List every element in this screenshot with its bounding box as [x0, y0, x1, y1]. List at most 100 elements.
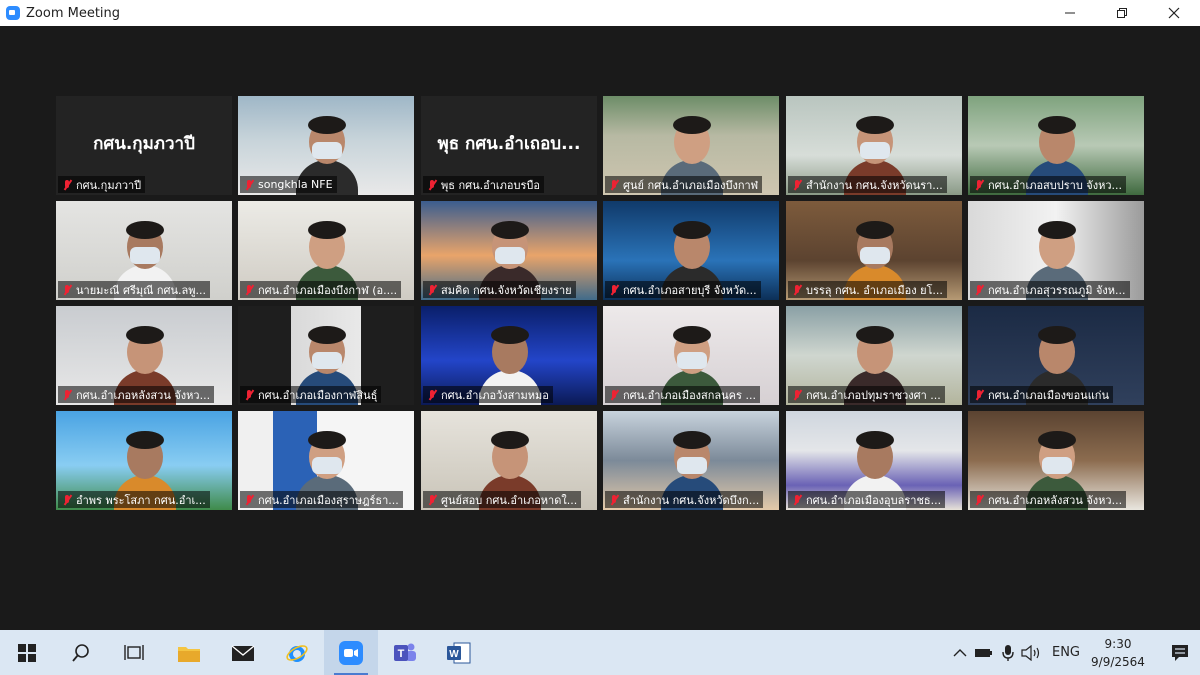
windows-taskbar: T W ENG 9:30 9/9/2564: [0, 630, 1200, 675]
participant-name-label: อำพร พระโสภา กศน.อำเ...: [58, 491, 210, 508]
microphone-icon[interactable]: [996, 641, 1020, 665]
participant-hair: [1038, 326, 1076, 344]
participant-tile[interactable]: กศน.อำเภอเมืองสกลนคร ...: [603, 306, 779, 405]
participant-name: กศน.อำเภอเมืองสกลนคร ...: [623, 388, 756, 402]
face-mask: [312, 457, 342, 474]
microphone-muted-icon: [426, 389, 438, 401]
participant-name: songkhla NFE: [258, 178, 333, 191]
microphone-muted-icon: [791, 389, 803, 401]
participant-name: ศูนย์ กศน.อำเภอเมืองบึงกาฬ: [623, 178, 759, 192]
microphone-muted-icon: [973, 389, 985, 401]
battery-icon[interactable]: [972, 641, 996, 665]
participant-hair: [491, 326, 529, 344]
participant-name-label: กศน.อำเภอเมืองกาฬสินธุ์: [240, 386, 382, 403]
participant-tile[interactable]: กศน.อำเภอเมืองขอนแก่น: [968, 306, 1144, 405]
participant-tile[interactable]: กศน.อำเภอเมืองอุบลราชธ...: [786, 411, 962, 510]
microphone-muted-icon: [791, 179, 803, 191]
participant-tile[interactable]: songkhla NFE: [238, 96, 414, 195]
face-mask: [312, 352, 342, 369]
microphone-muted-icon: [608, 494, 620, 506]
participant-tile[interactable]: กศน.อำเภอหลังสวน จังหว...: [56, 306, 232, 405]
microphone-muted-icon: [61, 494, 73, 506]
participant-tile[interactable]: กศน.อำเภอหลังสวน จังหว...: [968, 411, 1144, 510]
microphone-muted-icon: [973, 284, 985, 296]
microphone-muted-icon: [608, 179, 620, 191]
participant-name-label: กศน.อำเภอเมืองบึงกาฬ (อ....: [240, 281, 402, 298]
input-language-indicator[interactable]: ENG: [1052, 645, 1080, 660]
task-view-icon: [124, 644, 144, 660]
start-button[interactable]: [0, 630, 54, 675]
microphone-muted-icon: [426, 284, 438, 296]
participant-name-label: กศน.อำเภอหลังสวน จังหว...: [58, 386, 215, 403]
microphone-muted-icon: [61, 179, 73, 191]
microphone-muted-icon: [243, 284, 255, 296]
participant-tile[interactable]: บรรลุ กศน. อำเภอเมือง ยโ...: [786, 201, 962, 300]
microphone-muted-icon: [791, 284, 803, 296]
participant-tile[interactable]: กศน.อำเภอวังสามหมอ: [421, 306, 597, 405]
participant-hair: [856, 221, 894, 239]
participant-tile[interactable]: กศน.อำเภอเมืองสุราษฎร์ธา...: [238, 411, 414, 510]
task-view-button[interactable]: [108, 630, 162, 675]
face-mask: [1042, 457, 1072, 474]
participant-hair: [126, 431, 164, 449]
participant-tile[interactable]: สำนักงาน กศน.จังหวัดนรา...: [786, 96, 962, 195]
face-mask: [130, 247, 160, 264]
participant-tile[interactable]: พุธ กศน.อำเถอบ... พุธ กศน.อำเภอบรบือ: [421, 96, 597, 195]
mail-icon: [231, 644, 255, 661]
participant-tile[interactable]: ศูนย์ กศน.อำเภอเมืองบึงกาฬ: [603, 96, 779, 195]
participant-name: นายมะณี ศรีมุณี กศน.ลพู...: [76, 283, 206, 297]
participant-tile[interactable]: กศน.อำเภอเมืองบึงกาฬ (อ....: [238, 201, 414, 300]
participant-tile[interactable]: นายมะณี ศรีมุณี กศน.ลพู...: [56, 201, 232, 300]
participant-tile[interactable]: กศน.กุมภวาปี กศน.กุมภวาปี: [56, 96, 232, 195]
participant-hair: [126, 221, 164, 239]
zoom-taskbar-button[interactable]: [324, 630, 378, 675]
microphone-muted-icon: [608, 284, 620, 296]
participant-tile[interactable]: กศน.อำเภอสายบุรี จังหวัด...: [603, 201, 779, 300]
internet-explorer-button[interactable]: [270, 630, 324, 675]
microphone-muted-icon: [243, 389, 255, 401]
participant-tile[interactable]: กศน.อำเภอสบปราบ จังหว...: [968, 96, 1144, 195]
notification-center-button[interactable]: [1160, 630, 1200, 675]
participant-hair: [1038, 221, 1076, 239]
participant-hair: [673, 116, 711, 134]
mail-button[interactable]: [216, 630, 270, 675]
svg-text:W: W: [449, 649, 459, 660]
internet-explorer-icon: [286, 644, 308, 662]
participant-tile[interactable]: กศน.อำเภอปทุมราชวงศา ...: [786, 306, 962, 405]
participant-name-label: สำนักงาน กศน.จังหวัดบึงก...: [605, 491, 764, 508]
volume-icon[interactable]: [1020, 641, 1044, 665]
minimize-button[interactable]: [1044, 0, 1096, 26]
participant-name-label: ศูนย์สอบ กศน.อำเภอหาดใ...: [423, 491, 582, 508]
microphone-muted-icon: [243, 494, 255, 506]
participant-tile[interactable]: กศน.อำเภอสุวรรณภูมิ จังห...: [968, 201, 1144, 300]
participant-display-name: พุธ กศน.อำเถอบ...: [437, 134, 581, 154]
participant-name: กศน.อำเภอเมืองกาฬสินธุ์: [258, 388, 378, 402]
microphone-muted-icon: [243, 179, 255, 191]
participant-hair: [308, 431, 346, 449]
search-button[interactable]: [54, 630, 108, 675]
participant-tile[interactable]: อำพร พระโสภา กศน.อำเ...: [56, 411, 232, 510]
participant-name: กศน.อำเภอสายบุรี จังหวัด...: [623, 283, 757, 297]
participant-tile[interactable]: สมคิด กศน.จังหวัดเชียงราย: [421, 201, 597, 300]
participant-hair: [673, 326, 711, 344]
teams-button[interactable]: T: [378, 630, 432, 675]
participant-hair: [856, 431, 894, 449]
participant-name: ศูนย์สอบ กศน.อำเภอหาดใ...: [441, 493, 578, 507]
close-button[interactable]: [1148, 0, 1200, 26]
participant-tile[interactable]: กศน.อำเภอเมืองกาฬสินธุ์: [238, 306, 414, 405]
chevron-up-icon: [953, 648, 967, 656]
notification-icon: [1172, 644, 1188, 661]
participant-tile[interactable]: ศูนย์สอบ กศน.อำเภอหาดใ...: [421, 411, 597, 510]
participant-hair: [491, 221, 529, 239]
clock-date: 9/9/2564: [1091, 654, 1145, 669]
window-titlebar: Zoom Meeting: [0, 0, 1200, 26]
participant-name: กศน.อำเภอสบปราบ จังหว...: [988, 178, 1123, 192]
system-clock[interactable]: 9:30 9/9/2564: [1090, 635, 1146, 671]
file-explorer-button[interactable]: [162, 630, 216, 675]
restore-button[interactable]: [1096, 0, 1148, 26]
participant-hair: [491, 431, 529, 449]
participant-tile[interactable]: สำนักงาน กศน.จังหวัดบึงก...: [603, 411, 779, 510]
word-button[interactable]: W: [432, 630, 486, 675]
participant-name-label: กศน.อำเภอเมืองสกลนคร ...: [605, 386, 760, 403]
show-hidden-icons-button[interactable]: [948, 641, 972, 665]
